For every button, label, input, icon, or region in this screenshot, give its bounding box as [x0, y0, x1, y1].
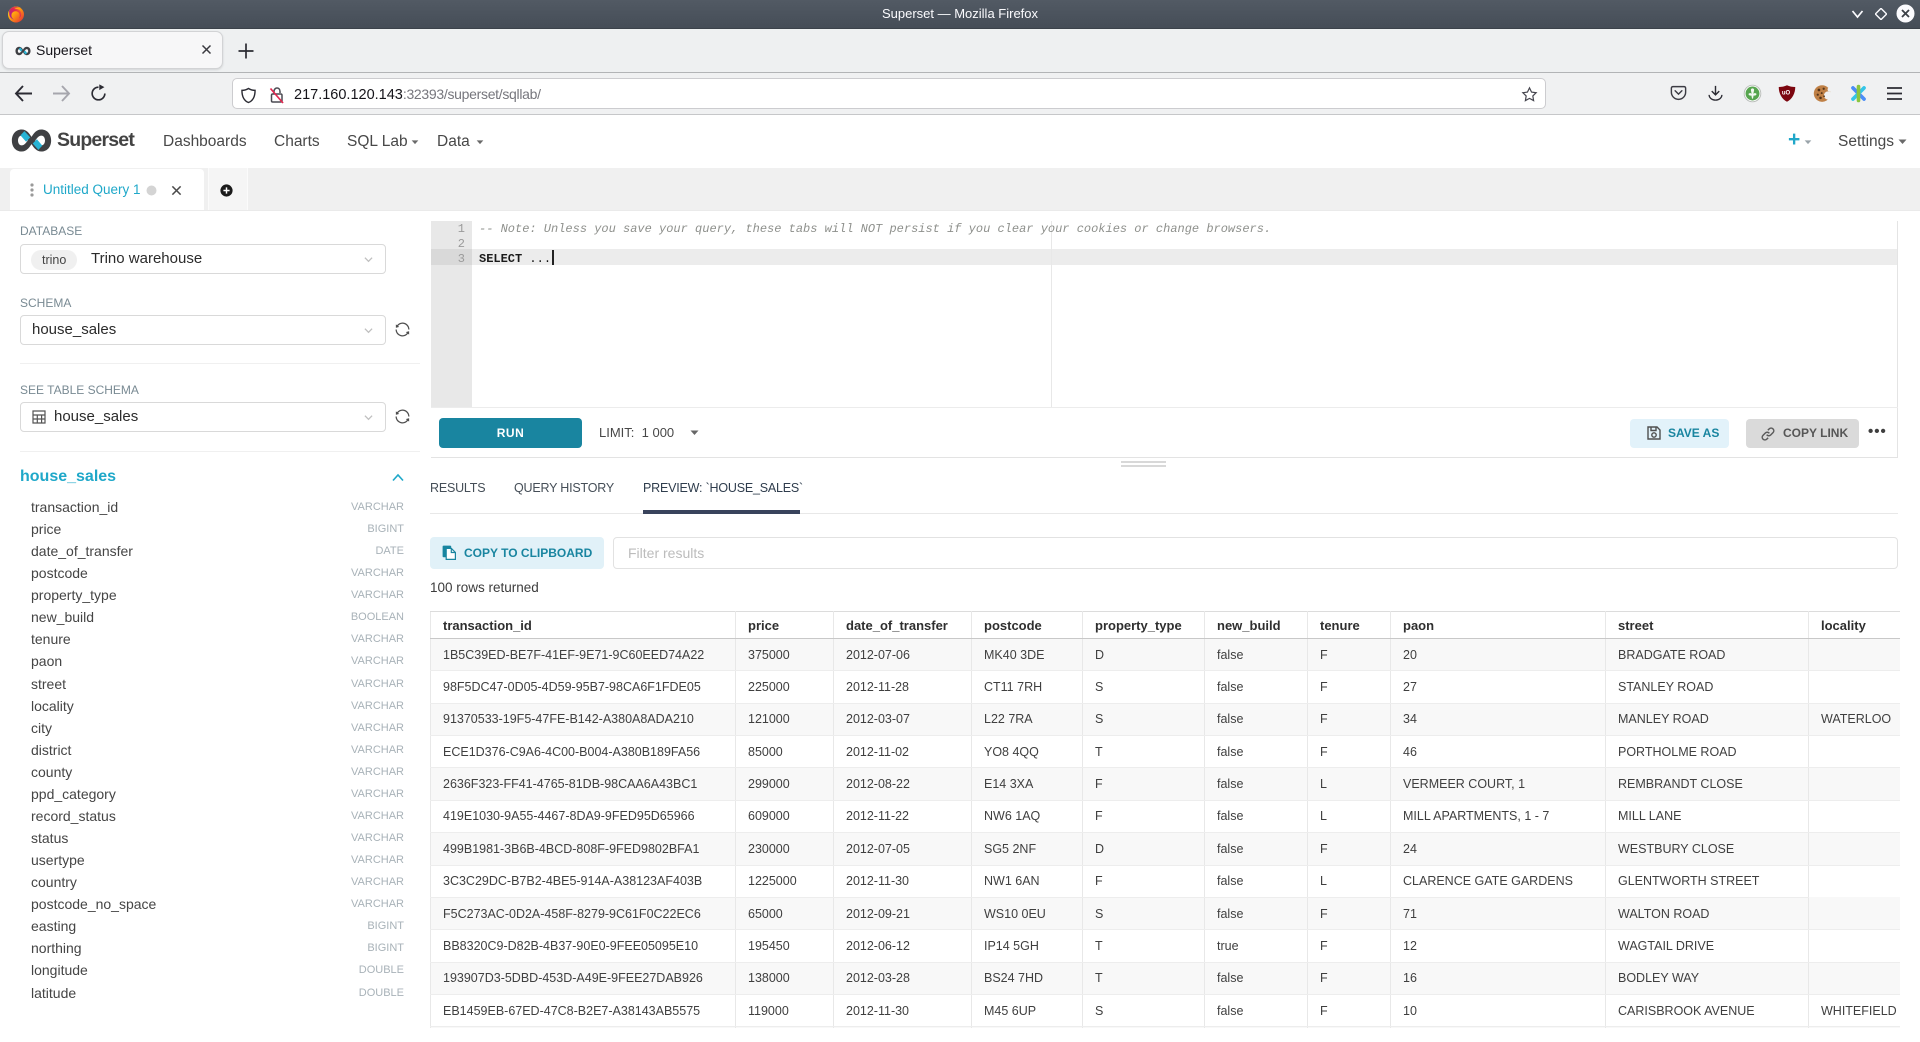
svg-text:uO: uO — [1782, 91, 1791, 97]
